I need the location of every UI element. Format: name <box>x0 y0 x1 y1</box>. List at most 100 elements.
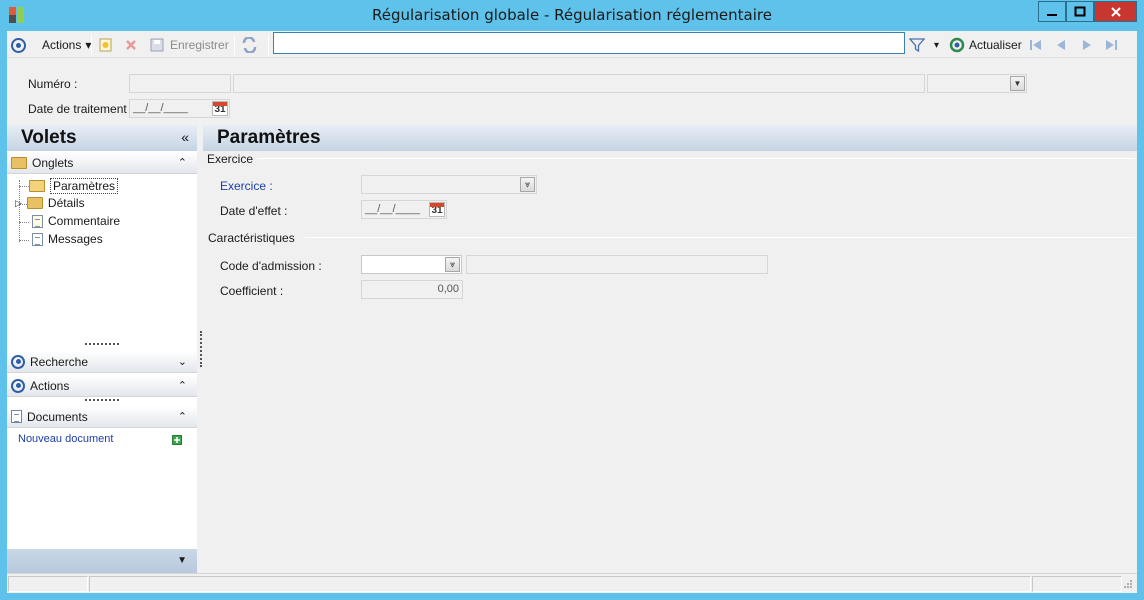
toolbar-separator <box>234 35 235 55</box>
refresh-icon <box>949 37 965 53</box>
tree-connector <box>19 180 20 242</box>
date-effet-field[interactable]: __/__/____ 31 <box>361 200 447 219</box>
last-record-icon <box>1106 40 1117 50</box>
documents-section-header[interactable]: Documents ⌃ <box>7 406 197 428</box>
delete-button[interactable] <box>124 35 138 55</box>
filter-dropdown-caret: ▾ <box>934 39 940 51</box>
actions-circle-icon <box>11 378 25 393</box>
chevron-up-icon: ⌃ <box>177 411 187 423</box>
recherche-section-title: Recherche <box>30 354 89 369</box>
resize-grip[interactable] <box>85 343 119 346</box>
side-panel: Volets « Onglets ⌃ Paramètres ▷ Détails … <box>7 125 197 574</box>
numero-type-select[interactable]: ▼ <box>927 74 1027 93</box>
vertical-resize-grip[interactable] <box>200 331 202 367</box>
calendar-icon[interactable]: 31 <box>212 101 228 116</box>
tree-item-label: Détails <box>47 196 85 210</box>
previous-record-icon <box>1057 40 1065 50</box>
close-button[interactable] <box>1094 1 1137 22</box>
group-divider <box>305 237 1135 238</box>
chevron-up-icon: ⌃ <box>177 157 187 169</box>
maximize-button[interactable] <box>1066 1 1094 22</box>
new-document-link[interactable]: Nouveau document <box>18 433 113 445</box>
recherche-section-header[interactable]: Recherche ⌄ <box>7 351 197 373</box>
minimize-button[interactable] <box>1038 1 1066 22</box>
actions-section-header[interactable]: Actions ⌃ <box>7 375 197 397</box>
chevron-double-down-icon: ⩔ <box>445 257 460 272</box>
search-input[interactable] <box>273 32 905 54</box>
save-label: Enregistrer <box>170 38 229 52</box>
expand-arrow-icon[interactable]: ▷ <box>15 198 22 209</box>
sync-icon <box>242 37 257 53</box>
new-document-icon <box>99 38 112 52</box>
search-circle-icon <box>11 354 25 369</box>
chevron-down-icon: ▼ <box>1010 76 1025 91</box>
save-icon <box>150 38 164 52</box>
status-cell <box>89 576 1031 592</box>
coefficient-label: Coefficient : <box>220 284 284 298</box>
documents-section-title: Documents <box>27 409 88 424</box>
date-traitement-label: Date de traitement : <box>28 102 134 116</box>
collapse-panel-icon[interactable]: « <box>181 129 189 145</box>
maximize-icon <box>1074 6 1086 16</box>
minimize-icon <box>1047 13 1057 16</box>
last-record-button[interactable] <box>1103 35 1119 55</box>
delete-icon <box>126 40 136 50</box>
caracteristiques-group-title: Caractéristiques <box>208 231 299 245</box>
actions-circle-icon <box>11 37 26 53</box>
tree-item-commentaire[interactable]: Commentaire <box>32 214 120 228</box>
date-traitement-value: __/__/____ <box>133 102 189 114</box>
tree-item-label: Messages <box>48 232 103 246</box>
title-bar: Régularisation globale - Régularisation … <box>0 0 1144 31</box>
exercice-select[interactable]: ⩔ <box>361 175 537 194</box>
exercice-group-title: Exercice <box>207 152 258 166</box>
document-icon <box>11 410 22 423</box>
exercice-label: Exercice : <box>220 179 273 193</box>
calendar-day: 31 <box>214 104 226 115</box>
side-panel-title: Volets <box>21 127 77 148</box>
numero-description-field[interactable] <box>233 74 925 93</box>
date-traitement-field[interactable]: __/__/____ 31 <box>129 99 230 118</box>
resize-grip-icon[interactable] <box>1123 579 1133 589</box>
application-window: Régularisation globale - Régularisation … <box>0 0 1144 600</box>
chevron-up-icon: ⌃ <box>177 380 187 392</box>
save-button[interactable]: Enregistrer <box>150 35 229 55</box>
resize-grip[interactable] <box>85 399 119 402</box>
first-record-button[interactable] <box>1028 35 1044 55</box>
tree-item-messages[interactable]: Messages <box>32 232 103 246</box>
chevron-double-down-icon: ⩔ <box>520 177 535 192</box>
chevron-down-icon: ⌄ <box>177 356 187 368</box>
document-icon <box>32 214 43 228</box>
new-button[interactable] <box>99 35 113 55</box>
tree-item-details[interactable]: ▷ Détails <box>15 196 85 210</box>
folder-icon <box>26 197 43 209</box>
numero-label: Numéro : <box>28 77 78 91</box>
add-document-icon[interactable] <box>172 435 182 445</box>
content-header: Paramètres <box>203 125 1137 151</box>
coefficient-value: 0,00 <box>437 283 459 295</box>
onglets-section-header[interactable]: Onglets ⌃ <box>7 152 197 174</box>
sync-button[interactable] <box>241 35 258 55</box>
refresh-label: Actualiser <box>969 38 1022 52</box>
actions-menu-button[interactable]: Actions ▾ <box>11 35 91 55</box>
previous-record-button[interactable] <box>1054 35 1068 55</box>
panel-footer[interactable]: ▼ <box>7 549 197 574</box>
next-record-button[interactable] <box>1080 35 1094 55</box>
content-title: Paramètres <box>217 127 321 148</box>
actions-section-title: Actions <box>30 378 70 393</box>
tree-connector <box>19 240 29 241</box>
tree-connector <box>19 186 29 187</box>
toolbar-separator <box>91 35 92 55</box>
filter-icon <box>909 38 925 53</box>
status-bar <box>7 573 1137 593</box>
refresh-button[interactable]: Actualiser <box>949 35 1022 55</box>
calendar-icon[interactable]: 31 <box>429 202 445 217</box>
date-effet-label: Date d'effet : <box>220 204 288 218</box>
code-admission-select[interactable]: ⩔ <box>361 255 462 274</box>
actions-menu-label: Actions <box>42 38 82 52</box>
new-document-label: Nouveau document <box>18 433 114 445</box>
numero-field[interactable] <box>129 74 231 93</box>
filter-dropdown-button[interactable]: ▾ <box>934 35 939 55</box>
filter-button[interactable] <box>909 35 925 55</box>
coefficient-field[interactable]: 0,00 <box>361 280 463 299</box>
tree-item-parametres[interactable]: Paramètres <box>29 178 119 194</box>
